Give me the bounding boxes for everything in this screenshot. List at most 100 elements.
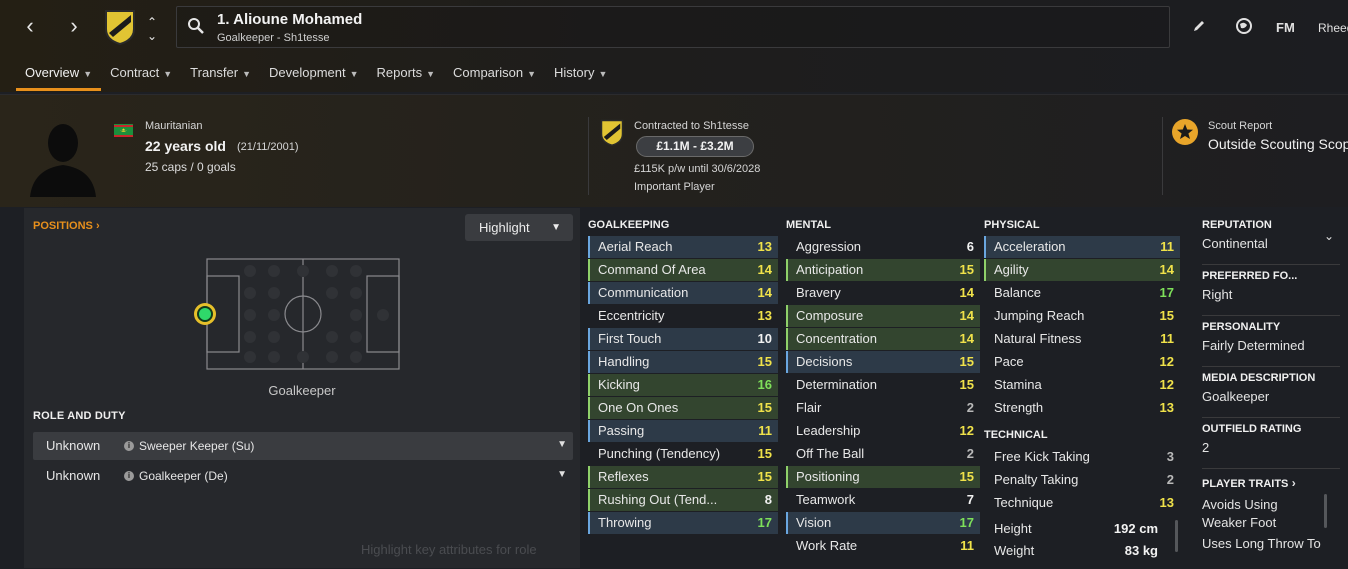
info-icon: i <box>124 441 134 451</box>
attribute-value: 14 <box>1159 262 1174 277</box>
position-marker[interactable] <box>194 303 216 325</box>
globe-icon[interactable] <box>1235 17 1253 38</box>
positions-title[interactable]: POSITIONS › <box>33 220 100 232</box>
technical-attribute-row[interactable]: Free Kick Taking 3 <box>984 446 1180 468</box>
goalkeeping-attribute-row[interactable]: Eccentricity 13 <box>588 305 778 327</box>
divider <box>1202 264 1340 265</box>
back-button[interactable]: ‹ <box>18 14 42 38</box>
mental-attribute-row[interactable]: Work Rate 11 <box>786 535 980 557</box>
attribute-value: 15 <box>959 354 974 369</box>
attribute-label: Leadership <box>796 423 861 438</box>
tab-development[interactable]: Development ▼ <box>260 66 368 90</box>
goalkeeping-attribute-row[interactable]: First Touch 10 <box>588 328 778 350</box>
highlight-dropdown[interactable]: Highlight ▼ <box>465 214 573 241</box>
physical-attribute-row[interactable]: Pace 12 <box>984 351 1180 373</box>
attribute-label: Anticipation <box>796 262 864 277</box>
mental-attribute-row[interactable]: Off The Ball 2 <box>786 443 980 465</box>
goalkeeping-attribute-row[interactable]: Handling 15 <box>588 351 778 373</box>
traits-title[interactable]: PLAYER TRAITS › <box>1202 474 1296 492</box>
search-icon[interactable] <box>187 17 205 40</box>
scrollbar[interactable] <box>1324 494 1327 528</box>
contract-value-pill[interactable]: £1.1M - £3.2M <box>636 136 754 157</box>
fm-logo[interactable]: FM <box>1276 20 1295 35</box>
physical-attribute-row[interactable]: Natural Fitness 11 <box>984 328 1180 350</box>
goalkeeping-attribute-row[interactable]: Punching (Tendency) 15 <box>588 443 778 465</box>
goalkeeping-attribute-row[interactable]: Throwing 17 <box>588 512 778 534</box>
goalkeeping-attribute-row[interactable]: Command Of Area 14 <box>588 259 778 281</box>
chevron-down-icon: ▼ <box>349 69 359 79</box>
height-row: Height 192 cm <box>984 518 1164 540</box>
goalkeeping-attribute-row[interactable]: Kicking 16 <box>588 374 778 396</box>
divider <box>588 117 589 195</box>
attribute-value: 14 <box>757 285 772 300</box>
attribute-label: Decisions <box>796 354 853 369</box>
goalkeeping-attribute-row[interactable]: Passing 11 <box>588 420 778 442</box>
physical-attribute-row[interactable]: Strength 13 <box>984 397 1180 419</box>
divider <box>1202 315 1340 316</box>
technical-attribute-row[interactable]: Technique 13 <box>984 492 1180 514</box>
physical-attribute-row[interactable]: Acceleration 11 <box>984 236 1180 258</box>
tab-overview[interactable]: Overview ▼ <box>16 66 102 91</box>
mental-attribute-row[interactable]: Aggression 6 <box>786 236 980 258</box>
goalkeeping-attribute-row[interactable]: Reflexes 15 <box>588 466 778 488</box>
mental-attribute-row[interactable]: Leadership 12 <box>786 420 980 442</box>
attribute-value: 15 <box>757 400 772 415</box>
preferred-foot-value: Right <box>1202 287 1233 302</box>
weight-value: 83 kg <box>1124 543 1158 558</box>
mental-attribute-row[interactable]: Determination 15 <box>786 374 980 396</box>
club-badge[interactable] <box>104 9 136 50</box>
attribute-value: 6 <box>966 239 974 254</box>
personality-label: PERSONALITY <box>1202 321 1281 333</box>
mental-attribute-row[interactable]: Composure 14 <box>786 305 980 327</box>
mental-attribute-row[interactable]: Flair 2 <box>786 397 980 419</box>
mental-attribute-row[interactable]: Concentration 14 <box>786 328 980 350</box>
chevron-down-icon: ▼ <box>551 222 561 233</box>
mental-attribute-row[interactable]: Decisions 15 <box>786 351 980 373</box>
mental-attribute-row[interactable]: Positioning 15 <box>786 466 980 488</box>
club-badge-small[interactable] <box>600 119 624 151</box>
tab-comparison[interactable]: Comparison ▼ <box>444 66 545 90</box>
contract-label[interactable]: Contracted to Sh1tesse <box>634 120 749 132</box>
attribute-label: Off The Ball <box>796 446 865 461</box>
attribute-value: 11 <box>1160 331 1174 346</box>
physical-attribute-row[interactable]: Jumping Reach 15 <box>984 305 1180 327</box>
goalkeeping-attribute-row[interactable]: One On Ones 15 <box>588 397 778 419</box>
goalkeeping-attribute-row[interactable]: Communication 14 <box>588 282 778 304</box>
player-title-box[interactable]: 1. Alioune Mohamed Goalkeeper - Sh1tesse <box>176 6 1170 48</box>
physical-attribute-row[interactable]: Agility 14 <box>984 259 1180 281</box>
mental-attribute-row[interactable]: Teamwork 7 <box>786 489 980 511</box>
mental-attribute-row[interactable]: Bravery 14 <box>786 282 980 304</box>
scout-report-label[interactable]: Scout Report <box>1208 120 1272 132</box>
tab-history[interactable]: History ▼ <box>545 66 616 90</box>
tab-reports[interactable]: Reports ▼ <box>368 66 444 90</box>
attribute-label: Work Rate <box>796 538 858 553</box>
manager-name[interactable]: Rheed <box>1318 21 1348 35</box>
goalkeeping-attribute-row[interactable]: Aerial Reach 13 <box>588 236 778 258</box>
mental-attribute-row[interactable]: Anticipation 15 <box>786 259 980 281</box>
goalkeeping-attribute-row[interactable]: Rushing Out (Tend... 8 <box>588 489 778 511</box>
edit-icon[interactable] <box>1191 18 1207 37</box>
reputation-section[interactable]: REPUTATION Continental ⌄ <box>1202 219 1338 251</box>
chevron-down-icon: ▼ <box>163 69 173 79</box>
role-description: Goalkeeper (De) <box>139 469 228 483</box>
attribute-value: 15 <box>959 262 974 277</box>
tab-contract[interactable]: Contract ▼ <box>101 66 181 90</box>
player-silhouette <box>28 117 98 202</box>
scrollbar[interactable] <box>1175 520 1178 552</box>
forward-button[interactable]: › <box>62 14 86 38</box>
physical-attribute-row[interactable]: Balance 17 <box>984 282 1180 304</box>
role-row[interactable]: Unknown i Sweeper Keeper (Su) ▼ <box>33 432 573 460</box>
nationality[interactable]: Mauritanian <box>145 120 202 132</box>
attribute-value: 12 <box>1159 377 1174 392</box>
trait-item: Avoids Using Weaker Foot <box>1202 497 1278 530</box>
tab-transfer[interactable]: Transfer ▼ <box>181 66 260 90</box>
chevron-down-icon[interactable]: ⌄ <box>140 24 164 48</box>
technical-attribute-row[interactable]: Penalty Taking 2 <box>984 469 1180 491</box>
physical-attribute-row[interactable]: Stamina 12 <box>984 374 1180 396</box>
player-subtitle[interactable]: Goalkeeper - Sh1tesse <box>217 32 330 44</box>
role-row[interactable]: Unknown i Goalkeeper (De) ▼ <box>33 463 573 491</box>
mental-attribute-row[interactable]: Vision 17 <box>786 512 980 534</box>
attribute-value: 11 <box>758 423 772 438</box>
attribute-label: Communication <box>598 285 689 300</box>
attribute-label: Eccentricity <box>598 308 665 323</box>
